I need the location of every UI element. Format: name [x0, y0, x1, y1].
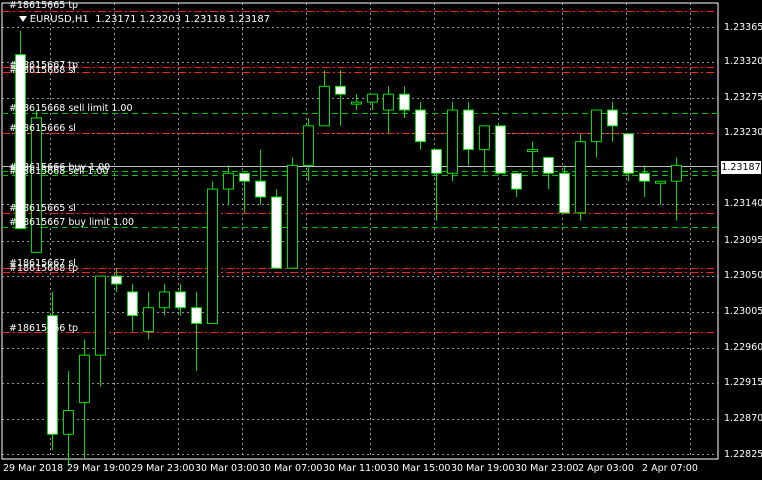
x-tick-label: 2 Apr 03:00: [578, 463, 634, 474]
plot-frame: [1, 2, 719, 460]
y-tick-label: 1.23275: [724, 92, 762, 103]
candle-bear: [543, 156, 554, 174]
candle-bear: [431, 149, 442, 174]
y-tick-label: 1.23140: [724, 198, 762, 209]
candle-bear: [399, 93, 410, 111]
candle-bull: [223, 172, 234, 190]
y-tick-label: 1.23005: [724, 306, 762, 317]
symbol-label: EURUSD,H1: [29, 14, 89, 25]
candle-bear: [191, 307, 202, 325]
candle-bull: [575, 141, 586, 214]
candle-bull: [655, 180, 666, 184]
candle-bear: [495, 125, 506, 174]
x-tick-label: 30 Mar 07:00: [259, 463, 323, 474]
price-chart[interactable]: EURUSD,H1 1.23171 1.23203 1.23118 1.2318…: [0, 0, 762, 480]
candle-bull: [143, 307, 154, 332]
candle-bull: [31, 117, 42, 253]
x-tick-label: 30 Mar 19:00: [451, 463, 515, 474]
order-label[interactable]: #18615665 sl: [9, 203, 76, 214]
candle-bear: [111, 275, 122, 285]
candle-bear: [335, 85, 346, 95]
candle-bull: [479, 125, 490, 151]
candle-bear: [463, 109, 474, 151]
order-label[interactable]: #18615666 tp: [9, 323, 78, 334]
current-price-label: 1.23187: [720, 160, 762, 175]
candle-bear: [607, 109, 618, 127]
candle-bull: [159, 291, 170, 309]
candle-bull: [63, 410, 74, 435]
candle-bear: [271, 196, 282, 269]
x-tick-label: 29 Mar 23:00: [131, 463, 195, 474]
candle-bull: [383, 93, 394, 111]
y-tick-label: 1.23095: [724, 235, 762, 246]
chart-collapse-icon[interactable]: [18, 16, 27, 22]
candle-bull: [447, 109, 458, 174]
x-tick-label: 2 Apr 07:00: [642, 463, 698, 474]
y-tick-label: 1.22915: [724, 377, 762, 388]
x-tick-label: 30 Mar 03:00: [195, 463, 259, 474]
candle-bear: [127, 291, 138, 317]
candle-bear: [175, 291, 186, 309]
candle-bear: [239, 172, 250, 182]
candle-bull: [527, 149, 538, 153]
x-tick-label: 30 Mar 11:00: [323, 463, 387, 474]
candle-bull: [671, 164, 682, 182]
candle-bear: [623, 133, 634, 174]
candle-bull: [367, 93, 378, 103]
order-label[interactable]: #18615668 sl: [9, 65, 76, 76]
candle-bear: [415, 109, 426, 143]
y-tick-label: 1.23365: [724, 22, 762, 33]
candle-bear: [255, 180, 266, 198]
y-tick-label: 1.22870: [724, 413, 762, 424]
y-tick-label: 1.22960: [724, 342, 762, 353]
candle-bear: [511, 172, 522, 190]
candle-bear: [639, 172, 650, 182]
x-tick-label: 30 Mar 23:00: [515, 463, 579, 474]
order-label[interactable]: #18615666 sl: [9, 123, 76, 134]
x-tick-label: 29 Mar 2018: [3, 463, 64, 474]
x-tick-label: 29 Mar 19:00: [67, 463, 131, 474]
order-label[interactable]: #18615667 buy limit 1.00: [9, 217, 134, 228]
ohlc-values: 1.23171 1.23203 1.23118 1.23187: [95, 14, 271, 25]
order-label[interactable]: #18615668 sell limit 1.00: [9, 103, 133, 114]
candle-bear: [559, 172, 570, 214]
candle-bull: [79, 354, 90, 404]
x-tick-label: 30 Mar 15:00: [387, 463, 451, 474]
order-label[interactable]: #18615665 tp: [9, 0, 78, 11]
y-tick-label: 1.22825: [724, 449, 762, 460]
candle-bull: [207, 188, 218, 325]
order-label[interactable]: #18615668 tp: [9, 263, 78, 274]
order-label[interactable]: #18615668 sell 1.00: [9, 166, 109, 177]
candle-bull: [95, 275, 106, 356]
candle-bull: [351, 101, 362, 105]
y-tick-label: 1.23050: [724, 270, 762, 281]
candle-bull: [287, 164, 298, 269]
candle-bull: [319, 85, 330, 127]
candle-bull: [591, 109, 602, 143]
y-tick-label: 1.23320: [724, 56, 762, 67]
y-tick-label: 1.23230: [724, 127, 762, 138]
candle-bull: [303, 125, 314, 166]
chart-canvas[interactable]: [0, 0, 762, 480]
